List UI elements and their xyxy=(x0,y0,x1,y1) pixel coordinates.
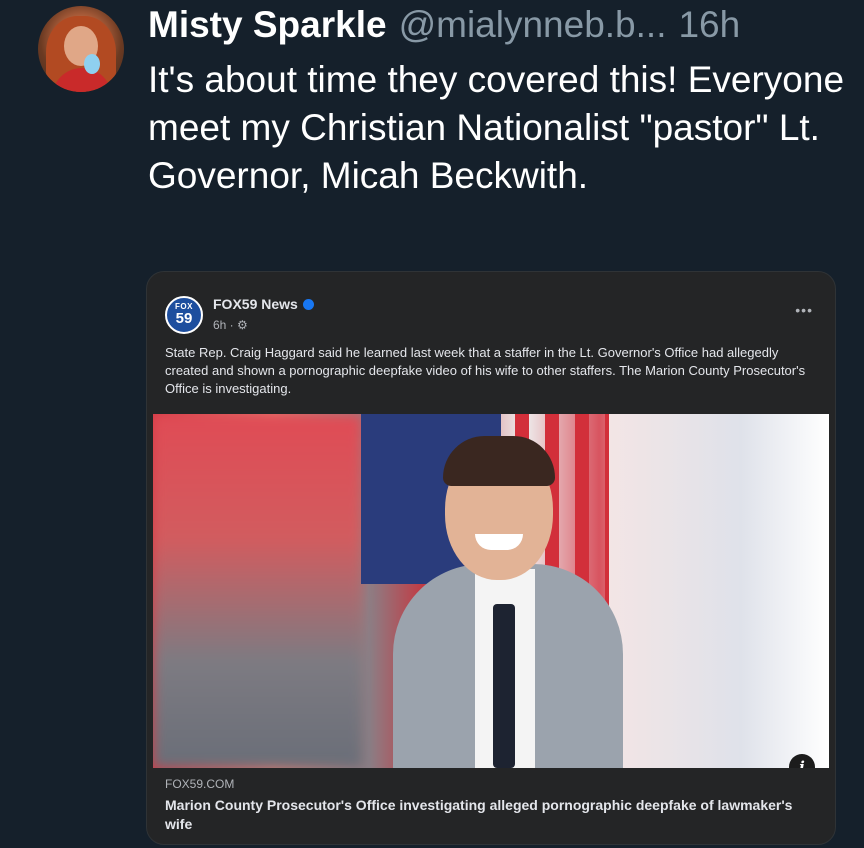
display-name[interactable]: Misty Sparkle xyxy=(148,4,387,46)
person-tie xyxy=(493,604,515,768)
link-title: Marion County Prosecutor's Office invest… xyxy=(165,797,793,832)
tweet: Misty Sparkle @mialynneb.b... 16h It's a… xyxy=(0,0,864,848)
avatar[interactable] xyxy=(38,6,124,92)
avatar-cup xyxy=(84,54,100,74)
fox59-logo: FOX 59 xyxy=(165,296,203,334)
person-hair xyxy=(443,436,555,486)
page-name-text: FOX59 News xyxy=(213,296,298,312)
news-photo: i xyxy=(153,414,829,768)
tweet-header: Misty Sparkle @mialynneb.b... 16h xyxy=(148,4,740,48)
post-text: State Rep. Craig Haggard said he learned… xyxy=(165,345,806,396)
link-domain: FOX59.COM xyxy=(165,777,235,791)
logo-number-text: 59 xyxy=(175,310,193,327)
photo-blurred-region xyxy=(153,414,363,768)
tweet-text: It's about time they covered this! Every… xyxy=(148,59,845,196)
post-time: 6h · ⚙ xyxy=(213,318,248,332)
photo-background-right xyxy=(609,414,829,768)
embedded-post-image[interactable]: FOX 59 FOX59 News 6h · ⚙ ••• State Rep. … xyxy=(146,271,836,845)
user-handle[interactable]: @mialynneb.b... xyxy=(399,4,667,46)
more-options-icon: ••• xyxy=(795,302,813,318)
verified-badge-icon xyxy=(302,298,314,310)
page-name: FOX59 News xyxy=(213,296,314,312)
tweet-timestamp[interactable]: 16h xyxy=(678,4,740,46)
